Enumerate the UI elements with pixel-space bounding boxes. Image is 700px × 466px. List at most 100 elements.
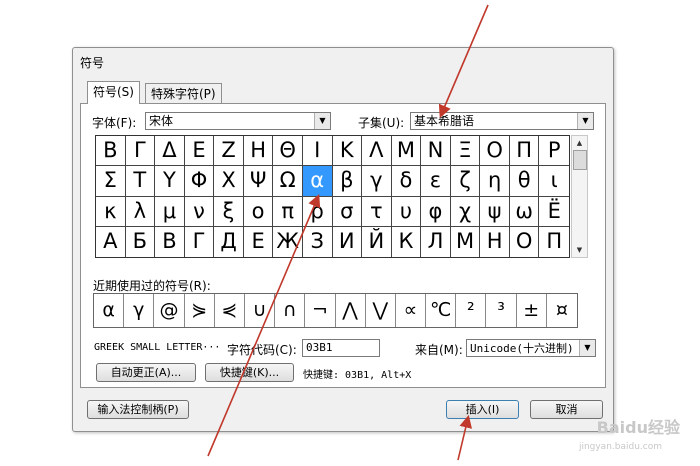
symbol-cell[interactable]: Ω <box>273 166 303 197</box>
tab-special-chars[interactable]: 特殊字符(P) <box>145 83 222 103</box>
symbol-cell[interactable]: Ι <box>302 136 333 167</box>
recent-symbol-cell[interactable]: ⋞ <box>215 294 245 327</box>
symbol-cell[interactable]: σ <box>332 196 363 227</box>
symbol-cell[interactable]: К <box>392 226 422 257</box>
symbol-cell[interactable]: Μ <box>391 136 422 167</box>
subset-select[interactable]: 基本希腊语 ▼ <box>410 112 594 130</box>
symbol-cell[interactable]: Й <box>362 226 392 257</box>
symbol-cell[interactable]: И <box>333 226 363 257</box>
symbol-cell[interactable]: Σ <box>96 166 126 197</box>
recent-symbol-cell[interactable]: ± <box>517 294 547 327</box>
symbol-cell[interactable]: Г <box>185 226 215 257</box>
recent-symbol-cell[interactable]: ¬ <box>305 294 336 327</box>
recent-symbol-cell[interactable]: ¤ <box>547 294 577 327</box>
ime-control-button[interactable]: 输入法控制柄(P) <box>87 400 189 419</box>
recent-symbol-cell[interactable]: ³ <box>486 294 517 327</box>
symbol-cell[interactable]: Φ <box>184 166 215 197</box>
symbol-cell[interactable]: Π <box>509 136 540 167</box>
recent-symbol-cell[interactable]: ∝ <box>396 294 427 327</box>
symbol-cell[interactable]: κ <box>96 196 126 227</box>
symbol-cell[interactable]: ζ <box>450 166 481 197</box>
symbol-cell[interactable]: Κ <box>332 136 363 167</box>
char-code-input[interactable]: 03B1 <box>302 339 380 357</box>
symbol-cell[interactable]: μ <box>155 196 185 227</box>
symbol-cell[interactable]: Η <box>243 136 274 167</box>
symbol-cell[interactable]: λ <box>125 196 156 227</box>
chevron-down-icon[interactable]: ▼ <box>314 113 330 129</box>
recent-symbol-cell[interactable]: ∩ <box>275 294 306 327</box>
symbol-cell[interactable]: О <box>510 226 540 257</box>
symbol-cell[interactable]: Θ <box>273 136 303 167</box>
symbol-cell[interactable]: Е <box>244 226 274 257</box>
symbol-cell[interactable]: ι <box>539 166 569 197</box>
symbol-grid-scrollbar[interactable]: ▲ ▼ <box>571 135 588 258</box>
recent-symbol-cell[interactable]: ⋁ <box>366 294 396 327</box>
symbol-cell[interactable]: Ε <box>184 136 215 167</box>
symbol-cell[interactable]: Ж <box>273 226 303 257</box>
symbol-cell[interactable]: З <box>303 226 333 257</box>
symbol-cell[interactable]: Ξ <box>450 136 481 167</box>
shortcut-key-button[interactable]: 快捷键(K)... <box>205 363 294 382</box>
recent-symbol-cell[interactable]: ⋟ <box>185 294 215 327</box>
symbol-cell[interactable]: Ρ <box>539 136 569 167</box>
symbol-cell[interactable]: Ψ <box>243 166 274 197</box>
recent-symbol-cell[interactable]: ∪ <box>245 294 276 327</box>
symbol-cell[interactable]: δ <box>391 166 422 197</box>
recent-symbol-cell[interactable]: γ <box>124 294 155 327</box>
symbol-cell[interactable]: ρ <box>302 196 333 227</box>
symbol-cell[interactable]: А <box>96 226 126 257</box>
symbol-cell[interactable]: β <box>332 166 363 197</box>
symbol-cell[interactable]: Б <box>126 226 156 257</box>
symbol-cell[interactable]: Υ <box>155 166 185 197</box>
symbol-cell[interactable]: Δ <box>155 136 185 167</box>
recent-symbol-cell[interactable]: ⋀ <box>336 294 366 327</box>
font-select[interactable]: 宋体 ▼ <box>145 112 331 130</box>
symbol-cell[interactable]: χ <box>450 196 481 227</box>
symbol-cell[interactable]: θ <box>509 166 540 197</box>
symbol-cell[interactable]: Н <box>480 226 510 257</box>
symbol-cell[interactable]: Γ <box>125 136 156 167</box>
symbol-cell[interactable]: ξ <box>214 196 244 227</box>
symbol-cell[interactable]: ν <box>184 196 215 227</box>
symbol-cell[interactable]: Β <box>96 136 126 167</box>
symbol-cell[interactable]: В <box>155 226 185 257</box>
scroll-thumb[interactable] <box>573 150 587 170</box>
recent-symbols-grid[interactable]: α γ @ ⋟ ⋞ ∪ ∩ ¬ ⋀ ⋁ ∝ ℃ ² ³ ± ¤ <box>93 293 578 328</box>
symbol-cell[interactable]: Τ <box>125 166 156 197</box>
cancel-button[interactable]: 取消 <box>530 400 603 419</box>
symbol-cell[interactable]: φ <box>421 196 451 227</box>
dialog-titlebar[interactable]: 符号 <box>73 48 613 74</box>
scroll-up-icon[interactable]: ▲ <box>572 136 587 150</box>
symbol-cell[interactable]: ω <box>509 196 540 227</box>
symbol-cell[interactable]: Ν <box>421 136 451 167</box>
symbol-cell[interactable]: π <box>273 196 303 227</box>
symbol-cell[interactable]: М <box>451 226 481 257</box>
chevron-down-icon[interactable]: ▼ <box>579 340 595 356</box>
symbol-cell[interactable]: ε <box>421 166 451 197</box>
insert-button[interactable]: 插入(I) <box>446 400 519 419</box>
symbol-cell[interactable]: П <box>539 227 569 257</box>
scroll-down-icon[interactable]: ▼ <box>572 243 587 257</box>
recent-symbol-cell[interactable]: @ <box>154 294 185 327</box>
symbol-cell[interactable]: γ <box>362 166 392 197</box>
symbol-cell[interactable]: υ <box>391 196 422 227</box>
symbol-cell[interactable]: Ο <box>480 136 510 167</box>
recent-symbol-cell[interactable]: α <box>94 294 125 327</box>
symbol-cell[interactable]: τ <box>362 196 392 227</box>
autocorrect-button[interactable]: 自动更正(A)... <box>96 363 196 382</box>
symbol-cell[interactable]: α <box>302 166 333 197</box>
symbol-cell[interactable]: Λ <box>362 136 392 167</box>
chevron-down-icon[interactable]: ▼ <box>577 113 593 129</box>
symbol-cell[interactable]: Л <box>421 226 451 257</box>
symbol-cell[interactable]: Ё <box>539 197 569 227</box>
symbol-cell[interactable]: ψ <box>480 196 510 227</box>
symbol-cell[interactable]: ο <box>243 196 274 227</box>
symbol-cell[interactable]: η <box>480 166 510 197</box>
symbol-cell[interactable]: Д <box>214 226 244 257</box>
symbol-grid[interactable]: ΒΓΔΕΖΗΘΙΚΛΜΝΞΟΠΡ ΣΤΥΦΧΨΩαβγδεζηθι κλμνξοπρ… <box>95 135 570 258</box>
symbol-cell[interactable]: Ζ <box>214 136 244 167</box>
recent-symbol-cell[interactable]: ² <box>456 294 487 327</box>
from-select[interactable]: Unicode(十六进制) ▼ <box>466 339 596 357</box>
recent-symbol-cell[interactable]: ℃ <box>426 294 457 327</box>
symbol-cell[interactable]: Χ <box>214 166 244 197</box>
